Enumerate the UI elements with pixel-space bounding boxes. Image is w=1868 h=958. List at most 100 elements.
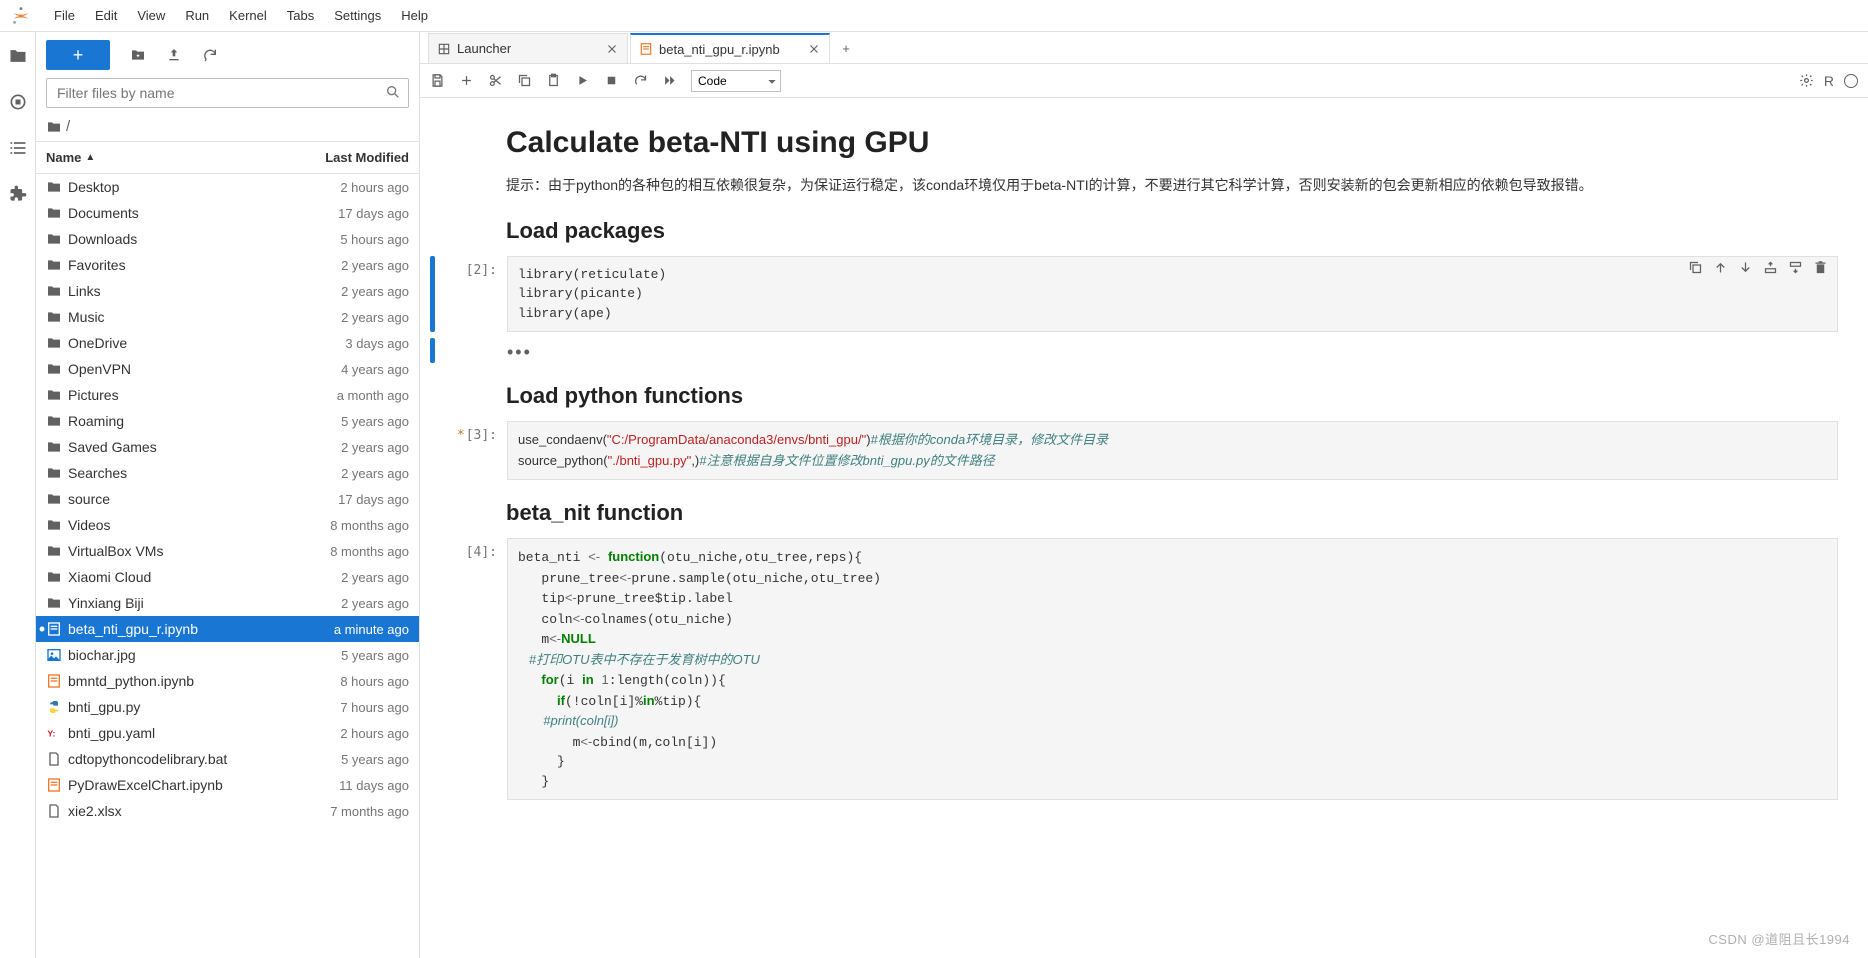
column-name[interactable]: Name▲ <box>36 142 289 173</box>
file-row[interactable]: Videos8 months ago <box>36 512 419 538</box>
gear-icon[interactable] <box>1799 73 1814 88</box>
file-modified: 8 months ago <box>279 518 409 533</box>
file-row[interactable]: Picturesa month ago <box>36 382 419 408</box>
extensions-icon[interactable] <box>8 184 28 204</box>
kernel-name[interactable]: R <box>1824 73 1834 89</box>
breadcrumb[interactable]: / <box>36 114 419 141</box>
cell-prompt: [4]: <box>437 538 507 800</box>
file-row[interactable]: cdtopythoncodelibrary.bat5 years ago <box>36 746 419 772</box>
search-icon <box>385 84 401 100</box>
code-input[interactable]: library(reticulate) library(picante) lib… <box>507 256 1838 333</box>
file-row[interactable]: Xiaomi Cloud2 years ago <box>36 564 419 590</box>
insert-below-icon[interactable] <box>1788 260 1803 275</box>
toc-icon[interactable] <box>8 138 28 158</box>
file-row[interactable]: biochar.jpg5 years ago <box>36 642 419 668</box>
code-cell[interactable]: [2]: library(reticulate) library(picante… <box>430 256 1838 333</box>
file-row[interactable]: Roaming5 years ago <box>36 408 419 434</box>
file-row[interactable]: Links2 years ago <box>36 278 419 304</box>
file-row[interactable]: Downloads5 hours ago <box>36 226 419 252</box>
file-row[interactable]: VirtualBox VMs8 months ago <box>36 538 419 564</box>
file-name: OpenVPN <box>68 361 279 377</box>
cell-type-select[interactable]: Code <box>691 70 781 92</box>
new-folder-icon[interactable] <box>130 47 146 63</box>
file-modified: 2 hours ago <box>279 180 409 195</box>
file-row[interactable]: OneDrive3 days ago <box>36 330 419 356</box>
menu-tabs[interactable]: Tabs <box>277 4 324 27</box>
run-icon[interactable] <box>575 73 590 88</box>
code-input[interactable]: use_condaenv("C:/ProgramData/anaconda3/e… <box>507 421 1838 480</box>
notebook-icon <box>46 621 62 637</box>
file-row[interactable]: Desktop2 hours ago <box>36 174 419 200</box>
file-row[interactable]: Documents17 days ago <box>36 200 419 226</box>
add-tab-button[interactable]: + <box>832 33 860 63</box>
file-name: Links <box>68 283 279 299</box>
cut-icon[interactable] <box>488 73 503 88</box>
refresh-icon[interactable] <box>202 47 218 63</box>
add-cell-icon[interactable] <box>459 73 474 88</box>
file-row[interactable]: OpenVPN4 years ago <box>36 356 419 382</box>
folder-icon <box>46 257 62 273</box>
restart-icon[interactable] <box>633 73 648 88</box>
file-row[interactable]: Y:bnti_gpu.yaml2 hours ago <box>36 720 419 746</box>
restart-run-icon[interactable] <box>662 73 677 88</box>
new-launcher-button[interactable]: + <box>46 40 110 70</box>
code-cell[interactable]: [3]: use_condaenv("C:/ProgramData/anacon… <box>430 421 1838 480</box>
menu-view[interactable]: View <box>127 4 175 27</box>
file-row[interactable]: Music2 years ago <box>36 304 419 330</box>
stop-icon[interactable] <box>604 73 619 88</box>
file-modified: 2 years ago <box>279 284 409 299</box>
folder-icon <box>46 361 62 377</box>
notebook-icon <box>639 42 653 56</box>
close-icon[interactable] <box>807 42 821 56</box>
file-row[interactable]: source17 days ago <box>36 486 419 512</box>
menu-run[interactable]: Run <box>175 4 219 27</box>
file-modified: 2 years ago <box>279 310 409 325</box>
menu-settings[interactable]: Settings <box>324 4 391 27</box>
collapsed-output[interactable]: ••• <box>430 338 1838 363</box>
file-row[interactable]: PyDrawExcelChart.ipynb11 days ago <box>36 772 419 798</box>
tab[interactable]: Launcher <box>428 33 628 63</box>
file-row[interactable]: xie2.xlsx7 months ago <box>36 798 419 824</box>
file-row[interactable]: Saved Games2 years ago <box>36 434 419 460</box>
file-row[interactable]: •beta_nti_gpu_r.ipynba minute ago <box>36 616 419 642</box>
folder-icon[interactable] <box>8 46 28 66</box>
jupyter-logo <box>10 5 32 27</box>
menu-edit[interactable]: Edit <box>85 4 127 27</box>
heading-load-python: Load python functions <box>506 383 1838 409</box>
duplicate-icon[interactable] <box>1688 260 1703 275</box>
move-up-icon[interactable] <box>1713 260 1728 275</box>
file-row[interactable]: Searches2 years ago <box>36 460 419 486</box>
heading-load-packages: Load packages <box>506 218 1838 244</box>
code-input[interactable]: beta_nti <- function(otu_niche,otu_tree,… <box>507 538 1838 800</box>
paste-icon[interactable] <box>546 73 561 88</box>
tab[interactable]: beta_nti_gpu_r.ipynb <box>630 33 830 63</box>
delete-icon[interactable] <box>1813 260 1828 275</box>
menu-help[interactable]: Help <box>391 4 438 27</box>
insert-above-icon[interactable] <box>1763 260 1778 275</box>
folder-icon <box>46 517 62 533</box>
tab-bar: Launcherbeta_nti_gpu_r.ipynb + <box>420 32 1868 64</box>
notebook-content: Calculate beta-NTI using GPU 提示：由于python… <box>420 98 1868 958</box>
kernel-status-icon[interactable] <box>1844 74 1858 88</box>
code-cell[interactable]: [4]: beta_nti <- function(otu_niche,otu_… <box>430 538 1838 800</box>
image-icon <box>46 647 62 663</box>
file-name: Favorites <box>68 257 279 273</box>
move-down-icon[interactable] <box>1738 260 1753 275</box>
file-row[interactable]: Yinxiang Biji2 years ago <box>36 590 419 616</box>
file-row[interactable]: bmntd_python.ipynb8 hours ago <box>36 668 419 694</box>
close-icon[interactable] <box>605 42 619 56</box>
file-name: Downloads <box>68 231 279 247</box>
file-name: Searches <box>68 465 279 481</box>
file-name: bnti_gpu.yaml <box>68 725 279 741</box>
menu-file[interactable]: File <box>44 4 85 27</box>
file-row[interactable]: bnti_gpu.py7 hours ago <box>36 694 419 720</box>
upload-icon[interactable] <box>166 47 182 63</box>
copy-icon[interactable] <box>517 73 532 88</box>
menu-kernel[interactable]: Kernel <box>219 4 277 27</box>
file-modified: 4 years ago <box>279 362 409 377</box>
column-modified[interactable]: Last Modified <box>289 142 419 173</box>
filter-input[interactable] <box>46 78 409 108</box>
running-icon[interactable] <box>8 92 28 112</box>
save-icon[interactable] <box>430 73 445 88</box>
file-row[interactable]: Favorites2 years ago <box>36 252 419 278</box>
